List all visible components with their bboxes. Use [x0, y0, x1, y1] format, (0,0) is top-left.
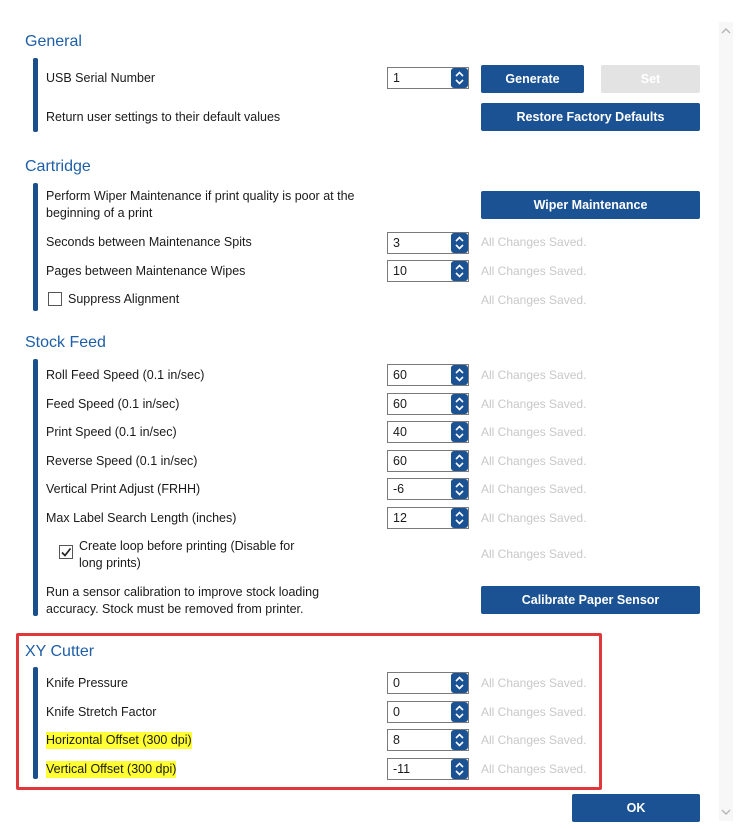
- saved-status: All Changes Saved.: [481, 264, 587, 278]
- vertical-print-adjust-value: -6: [393, 482, 405, 496]
- vertical-print-adjust-label: Vertical Print Adjust (FRHH): [46, 482, 201, 496]
- wiper-description-line-1: Perform Wiper Maintenance if print quali…: [46, 189, 355, 203]
- saved-status: All Changes Saved.: [481, 425, 587, 439]
- vertical-scrollbar[interactable]: [719, 22, 733, 821]
- usb-serial-label: USB Serial Number: [46, 71, 156, 85]
- spits-value: 3: [393, 236, 400, 250]
- suppress-alignment-checkbox[interactable]: [48, 292, 62, 306]
- usb-serial-stepper[interactable]: 1: [387, 67, 469, 89]
- saved-status: All Changes Saved.: [481, 454, 587, 468]
- reverse-speed-label: Reverse Speed (0.1 in/sec): [46, 454, 198, 468]
- spin-arrows-icon[interactable]: [451, 365, 468, 385]
- section-bar-stock-feed: [33, 359, 38, 616]
- max-label-search-length-stepper[interactable]: 12: [387, 507, 469, 529]
- restore-factory-defaults-button[interactable]: Restore Factory Defaults: [481, 103, 700, 131]
- calibration-description: Run a sensor calibration to improve stoc…: [46, 584, 319, 618]
- print-speed-label: Print Speed (0.1 in/sec): [46, 425, 177, 439]
- saved-status: All Changes Saved.: [481, 511, 587, 525]
- roll-feed-speed-label: Roll Feed Speed (0.1 in/sec): [46, 368, 205, 382]
- section-title-cartridge: Cartridge: [25, 158, 91, 175]
- print-speed-stepper[interactable]: 40: [387, 421, 469, 443]
- wipes-label: Pages between Maintenance Wipes: [46, 264, 246, 278]
- calibrate-paper-sensor-button[interactable]: Calibrate Paper Sensor: [481, 586, 700, 614]
- max-label-search-length-label: Max Label Search Length (inches): [46, 511, 237, 525]
- settings-panel: General USB Serial Number 1 Generate Set…: [0, 0, 737, 829]
- spits-stepper[interactable]: 3: [387, 232, 469, 254]
- spits-label: Seconds between Maintenance Spits: [46, 235, 252, 249]
- checkmark-icon: [61, 547, 72, 557]
- scroll-up-icon[interactable]: [721, 26, 731, 36]
- feed-speed-label: Feed Speed (0.1 in/sec): [46, 397, 180, 411]
- create-loop-label-line-2: long prints): [79, 556, 141, 570]
- roll-feed-speed-stepper[interactable]: 60: [387, 364, 469, 386]
- wiper-description: Perform Wiper Maintenance if print quali…: [46, 188, 354, 222]
- spin-arrows-icon[interactable]: [451, 422, 468, 442]
- reverse-speed-stepper[interactable]: 60: [387, 450, 469, 472]
- spin-arrows-icon[interactable]: [451, 508, 468, 528]
- vertical-print-adjust-stepper[interactable]: -6: [387, 478, 469, 500]
- feed-speed-value: 60: [393, 397, 407, 411]
- section-title-stock-feed: Stock Feed: [25, 334, 106, 351]
- saved-status: All Changes Saved.: [481, 235, 587, 249]
- saved-status: All Changes Saved.: [481, 293, 587, 307]
- wipes-value: 10: [393, 264, 407, 278]
- spin-arrows-icon[interactable]: [451, 451, 468, 471]
- suppress-alignment-label: Suppress Alignment: [68, 292, 180, 306]
- calibration-description-line-1: Run a sensor calibration to improve stoc…: [46, 585, 320, 599]
- reverse-speed-value: 60: [393, 454, 407, 468]
- section-bar-general: [33, 58, 38, 132]
- annotation-highlight-box: [16, 633, 602, 790]
- create-loop-checkbox[interactable]: [59, 545, 73, 559]
- wiper-maintenance-button[interactable]: Wiper Maintenance: [481, 191, 700, 219]
- spin-arrows-icon[interactable]: [451, 394, 468, 414]
- generate-button[interactable]: Generate: [481, 65, 584, 93]
- create-loop-label-line-1: Create loop before printing (Disable for: [79, 539, 295, 553]
- spin-arrows-icon[interactable]: [451, 233, 468, 253]
- feed-speed-stepper[interactable]: 60: [387, 393, 469, 415]
- roll-feed-speed-value: 60: [393, 368, 407, 382]
- saved-status: All Changes Saved.: [481, 397, 587, 411]
- saved-status: All Changes Saved.: [481, 368, 587, 382]
- restore-description: Return user settings to their default va…: [46, 110, 281, 124]
- spin-arrows-icon[interactable]: [451, 261, 468, 281]
- wiper-description-line-2: beginning of a print: [46, 206, 153, 220]
- scroll-down-icon[interactable]: [721, 807, 731, 817]
- saved-status: All Changes Saved.: [481, 547, 587, 561]
- wipes-stepper[interactable]: 10: [387, 260, 469, 282]
- create-loop-label: Create loop before printing (Disable for…: [79, 538, 294, 572]
- set-button[interactable]: Set: [601, 65, 700, 93]
- print-speed-value: 40: [393, 425, 407, 439]
- usb-serial-value: 1: [393, 71, 400, 85]
- section-title-general: General: [25, 33, 82, 50]
- saved-status: All Changes Saved.: [481, 482, 587, 496]
- max-label-search-length-value: 12: [393, 511, 407, 525]
- spin-arrows-icon[interactable]: [451, 479, 468, 499]
- spin-arrows-icon[interactable]: [451, 68, 468, 88]
- ok-button[interactable]: OK: [572, 794, 700, 822]
- section-bar-cartridge: [33, 183, 38, 311]
- calibration-description-line-2: accuracy. Stock must be removed from pri…: [46, 602, 304, 616]
